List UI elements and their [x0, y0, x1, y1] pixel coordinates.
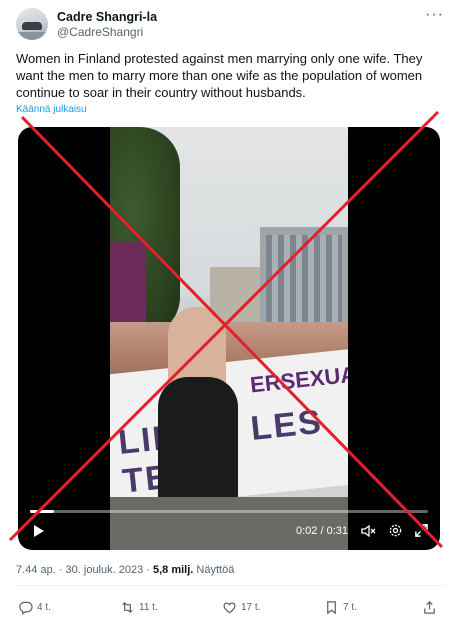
- tweet-card: Cadre Shangri-la @CadreShangri ··· Women…: [0, 0, 461, 631]
- divider: [16, 585, 446, 586]
- bookmark-button[interactable]: 7 t.: [324, 596, 357, 618]
- more-options-icon[interactable]: ···: [425, 6, 444, 24]
- settings-gear-icon[interactable]: [388, 520, 406, 542]
- video-protest-sign: [110, 242, 146, 332]
- like-button[interactable]: 17 t.: [222, 596, 260, 618]
- tweet-text: Women in Finland protested against men m…: [16, 51, 423, 100]
- retweet-count: 11 t.: [139, 601, 158, 613]
- mute-icon[interactable]: [360, 520, 378, 542]
- play-icon[interactable]: [30, 520, 48, 542]
- reply-button[interactable]: 4 t.: [18, 596, 51, 618]
- video-building-right: [260, 227, 348, 337]
- fullscreen-icon[interactable]: [414, 520, 432, 542]
- avatar[interactable]: [16, 8, 48, 40]
- heart-icon: [223, 601, 236, 613]
- video-progress-bar[interactable]: [30, 510, 428, 513]
- bookmark-icon: [327, 600, 336, 614]
- view-count-label: Näyttöä: [193, 564, 235, 576]
- tweet-actions: 4 t. 11 t. 17 t. 7 t.: [16, 596, 446, 618]
- video-player[interactable]: ERSEXUA LIB ES LES TE 0:02 / 0:31: [18, 127, 440, 550]
- share-icon: [424, 600, 435, 614]
- reply-icon: [19, 601, 33, 615]
- tweet-timestamp[interactable]: 7.44 ap. · 30. jouluk. 2023 ·: [16, 564, 153, 576]
- view-count: 5,8 milj.: [152, 564, 194, 576]
- video-frame: ERSEXUA LIB ES LES TE: [110, 127, 348, 550]
- like-count: 17 t.: [241, 601, 261, 613]
- author-name[interactable]: Cadre Shangri-la: [57, 10, 157, 24]
- avatar-road: [16, 32, 48, 40]
- retweet-icon: [122, 601, 133, 613]
- tweet-meta: 7.44 ap. · 30. jouluk. 2023 · 5,8 milj. …: [16, 564, 234, 576]
- retweet-button[interactable]: 11 t.: [120, 596, 158, 618]
- share-button[interactable]: [422, 596, 437, 618]
- reply-count: 4 t.: [37, 601, 51, 613]
- tweet-header: Cadre Shangri-la @CadreShangri ···: [16, 6, 446, 44]
- avatar-car: [22, 22, 42, 30]
- author-handle[interactable]: @CadreShangri: [57, 25, 143, 39]
- video-progress-fill: [30, 510, 54, 513]
- bookmark-count: 7 t.: [343, 601, 357, 613]
- translate-link[interactable]: Käännä julkaisu: [16, 104, 87, 115]
